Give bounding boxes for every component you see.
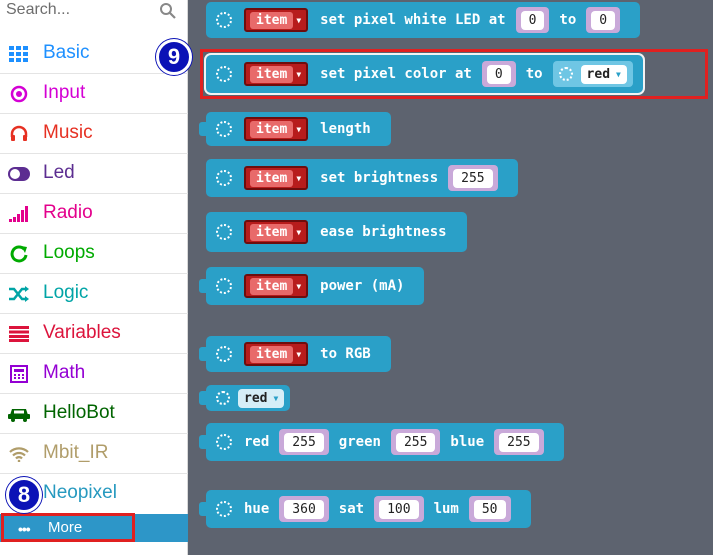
signal-bars-icon	[8, 204, 30, 224]
category-label: Math	[43, 362, 86, 383]
number-input[interactable]: 0	[586, 7, 621, 33]
block-length[interactable]: item ▼ length	[199, 112, 391, 146]
number-input[interactable]: 0	[515, 7, 550, 33]
block-text: green	[338, 434, 381, 450]
category-label: HelloBot	[43, 402, 115, 423]
toolbox-sidebar: Search... Basic Input Music Led Radio Lo…	[0, 0, 188, 555]
block-ease-brightness[interactable]: item ▼ ease brightness	[206, 212, 467, 252]
gear-icon	[216, 170, 232, 186]
block-text: to	[559, 12, 577, 28]
item-dropdown[interactable]: item ▼	[244, 220, 309, 244]
gear-icon	[216, 346, 232, 362]
category-input[interactable]: Input	[0, 74, 188, 114]
gear-icon	[216, 278, 232, 294]
number-input[interactable]: 255	[279, 429, 329, 455]
block-color-red[interactable]: red ▼	[199, 385, 291, 411]
category-label: Radio	[43, 202, 93, 223]
block-text: to RGB	[320, 346, 371, 362]
step-badge-9: 9	[156, 39, 192, 75]
block-set-brightness[interactable]: item ▼ set brightness 255	[206, 159, 518, 197]
number-input[interactable]: 360	[279, 496, 329, 522]
block-text: lum	[433, 501, 459, 517]
block-power[interactable]: item ▼ power (mA)	[199, 267, 425, 305]
toggle-icon	[8, 164, 30, 184]
category-led[interactable]: Led	[0, 154, 188, 194]
car-icon	[8, 404, 30, 424]
number-input[interactable]: 255	[448, 165, 498, 191]
search-box[interactable]: Search...	[0, 0, 188, 30]
wifi-icon	[8, 444, 30, 464]
category-label: Neopixel	[43, 482, 117, 503]
gear-icon	[216, 391, 230, 405]
block-set-pixel-white-led[interactable]: item ▼ set pixel white LED at 0 to 0	[206, 2, 641, 38]
block-rgb[interactable]: red 255 green 255 blue 255	[199, 423, 564, 461]
calculator-icon	[8, 364, 30, 384]
step-badge-8: 8	[6, 477, 42, 513]
category-radio[interactable]: Radio	[0, 194, 188, 234]
category-label: Input	[43, 82, 86, 103]
block-hsl[interactable]: hue 360 sat 100 lum 50	[199, 490, 531, 528]
more-highlight-box	[1, 513, 135, 542]
block-text: set brightness	[320, 170, 439, 186]
search-input[interactable]: Search...	[6, 1, 70, 19]
color-dropdown[interactable]: red ▼	[238, 388, 285, 408]
category-label: Loops	[43, 242, 95, 263]
category-math[interactable]: Math	[0, 354, 188, 394]
category-music[interactable]: Music	[0, 114, 188, 154]
number-input[interactable]: 100	[374, 496, 424, 522]
number-input[interactable]: 255	[494, 429, 544, 455]
refresh-icon	[8, 244, 30, 264]
gear-icon	[216, 12, 232, 28]
shuffle-icon	[8, 284, 30, 304]
category-hellobot[interactable]: HelloBot	[0, 394, 188, 434]
block-text: blue	[450, 434, 485, 450]
block-text: set pixel white LED at	[320, 12, 506, 28]
category-label: Music	[43, 122, 93, 143]
category-loops[interactable]: Loops	[0, 234, 188, 274]
block-text: power (mA)	[320, 278, 405, 294]
category-label: Led	[43, 162, 75, 183]
gear-icon	[216, 121, 232, 137]
category-logic[interactable]: Logic	[0, 274, 188, 314]
category-label: Basic	[43, 42, 90, 63]
gear-icon	[216, 224, 232, 240]
number-input[interactable]: 50	[468, 496, 511, 522]
block-text: sat	[338, 501, 365, 517]
item-dropdown[interactable]: item ▼	[244, 8, 309, 32]
category-variables[interactable]: Variables	[0, 314, 188, 354]
list-lines-icon	[8, 324, 30, 344]
item-dropdown[interactable]: item ▼	[244, 274, 309, 298]
item-dropdown[interactable]: item ▼	[244, 117, 309, 141]
gear-icon	[216, 434, 232, 450]
block-text: length	[320, 121, 371, 137]
grid-icon	[8, 44, 30, 64]
item-dropdown[interactable]: item ▼	[244, 166, 309, 190]
block-text: hue	[244, 501, 270, 517]
block-text: ease brightness	[320, 224, 447, 240]
block-to-rgb[interactable]: item ▼ to RGB	[199, 336, 391, 372]
category-label: Variables	[43, 322, 121, 343]
gear-icon	[216, 501, 232, 517]
block-highlight-box	[200, 49, 708, 99]
search-icon[interactable]	[159, 2, 177, 20]
category-label: Mbit_IR	[43, 442, 109, 463]
number-input[interactable]: 255	[390, 429, 441, 455]
target-icon	[8, 84, 30, 104]
category-mbit-ir[interactable]: Mbit_IR	[0, 434, 188, 474]
item-dropdown[interactable]: item ▼	[244, 342, 309, 366]
block-text: red	[244, 434, 270, 450]
category-label: Logic	[43, 282, 89, 303]
headphones-icon	[8, 124, 30, 144]
